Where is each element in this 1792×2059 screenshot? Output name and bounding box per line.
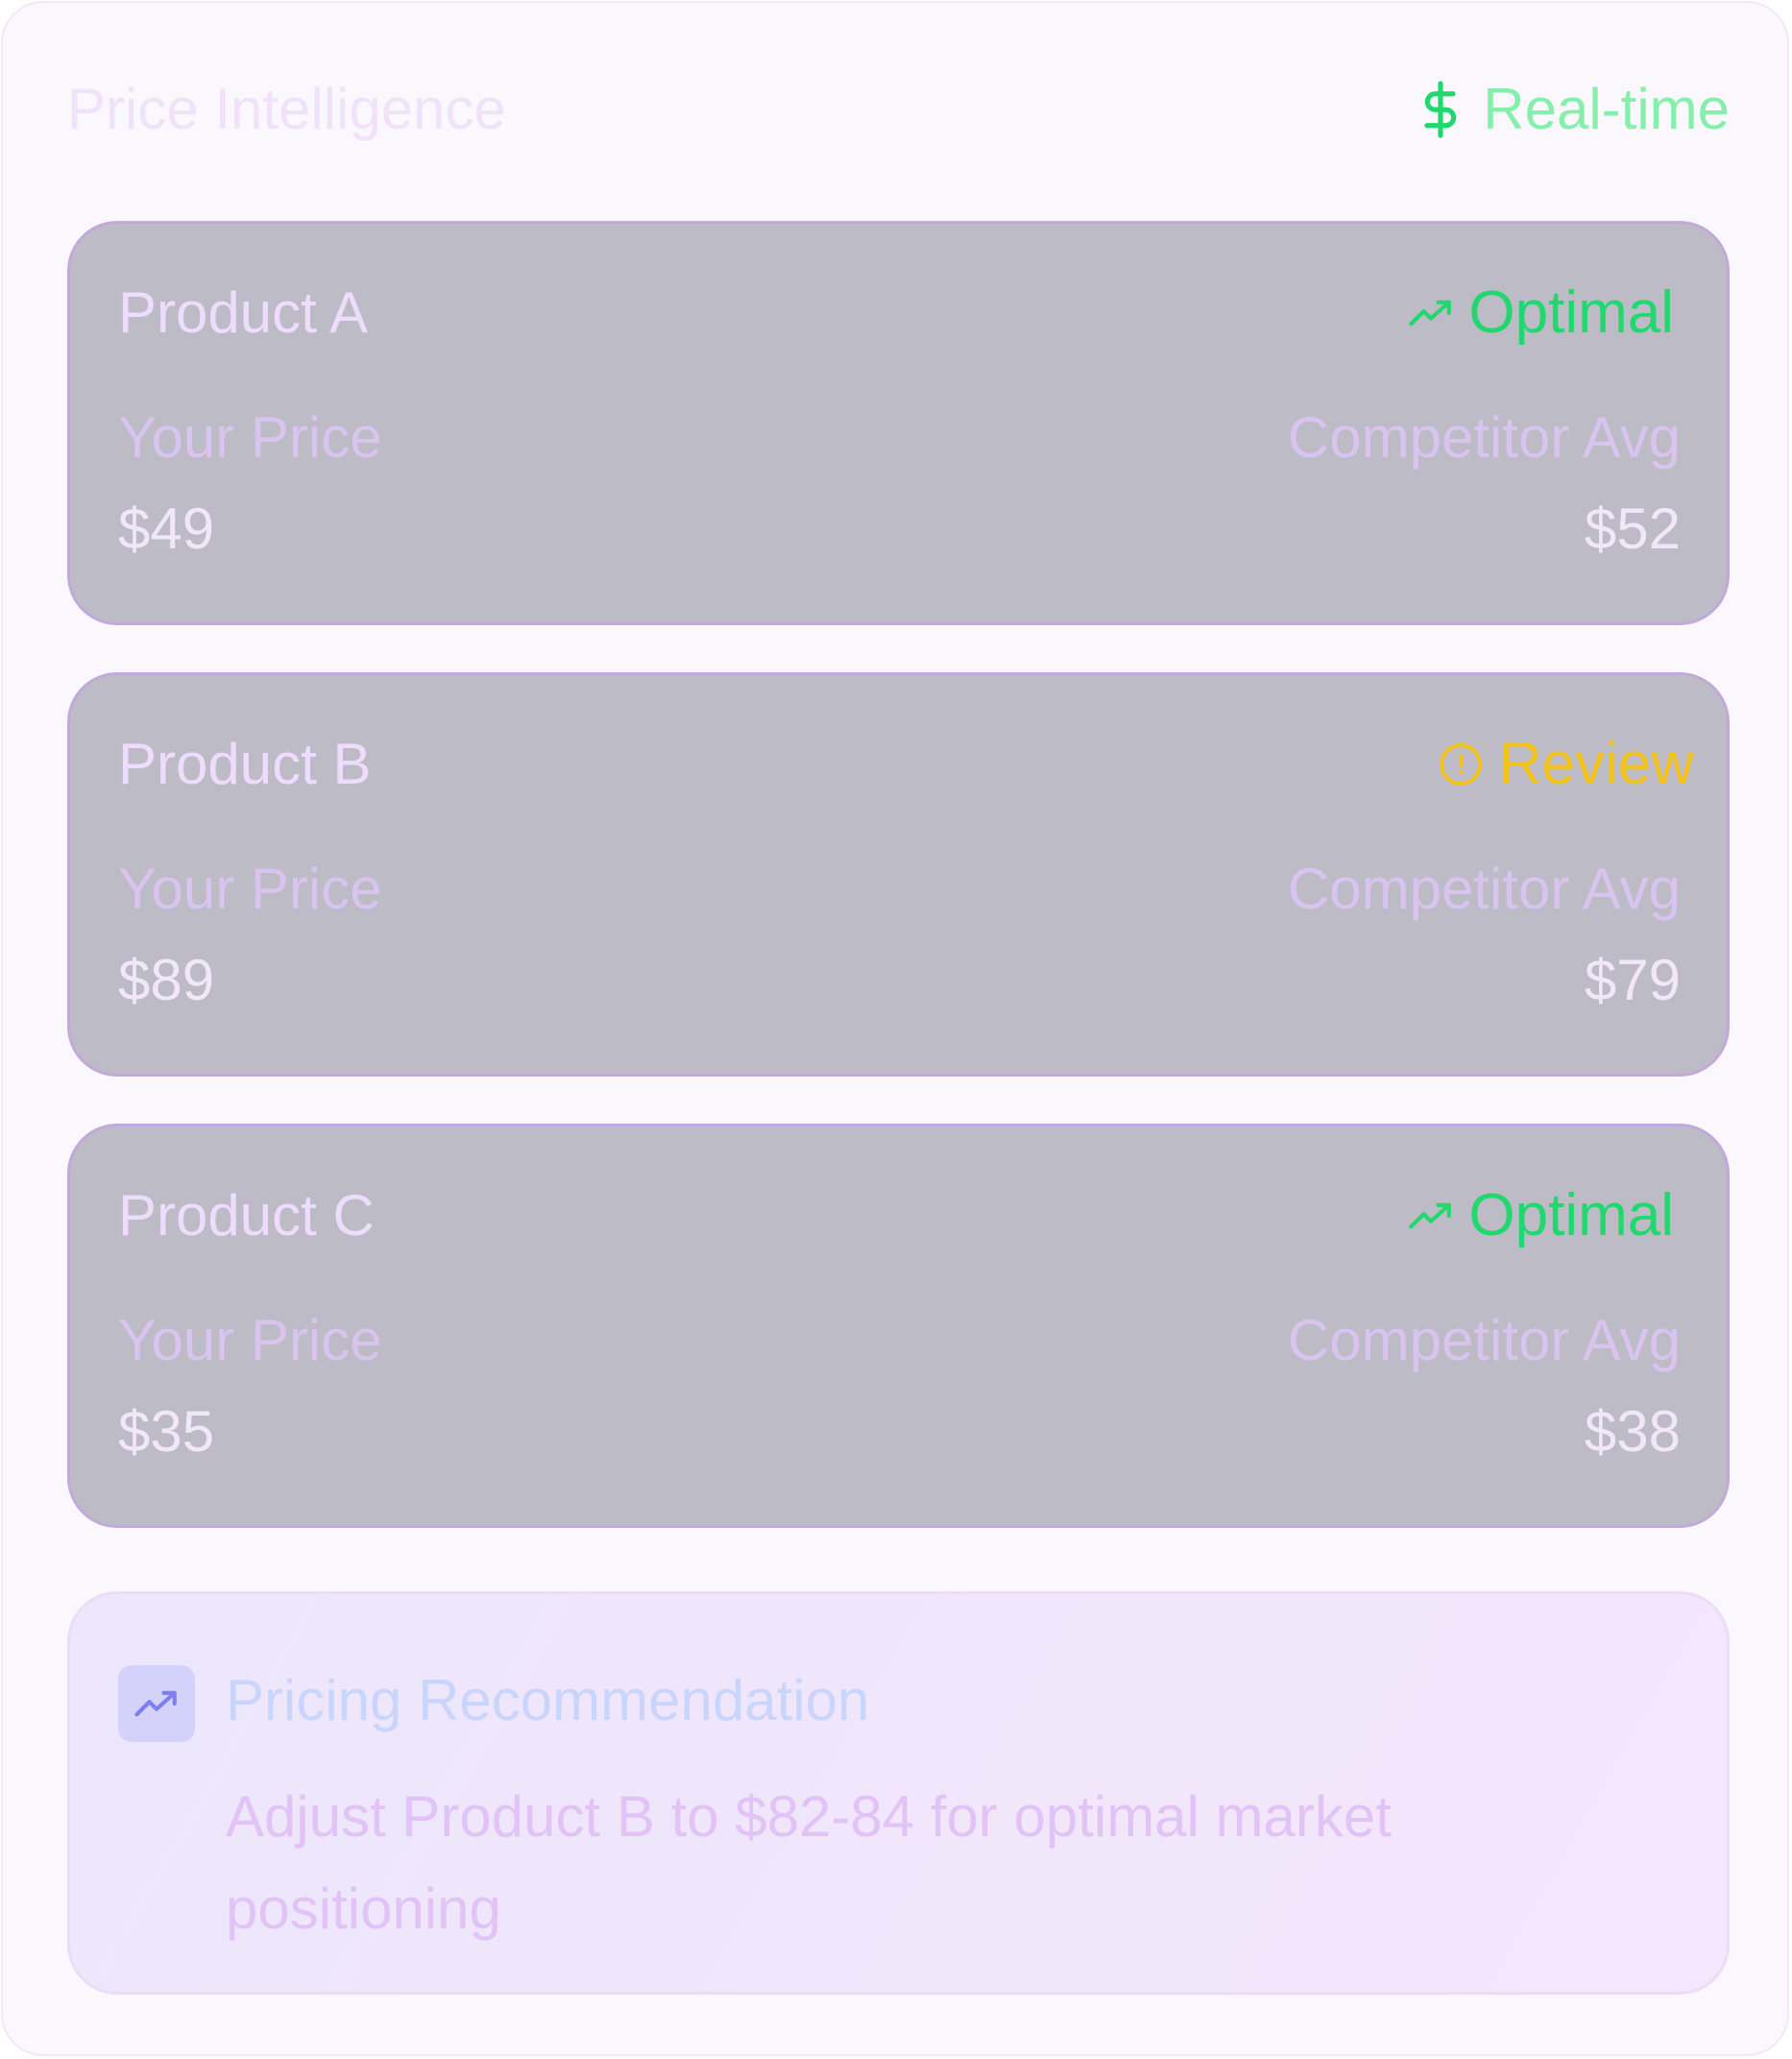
realtime-label: Real-time: [1483, 77, 1730, 141]
your-price-label: Your Price: [118, 1308, 382, 1372]
dollar-icon: [1424, 81, 1457, 138]
trending-up-icon: [134, 1690, 177, 1717]
status-badge: Review: [1438, 731, 1694, 798]
price-intelligence-panel: Price Intelligence Real-time Product A O…: [1, 1, 1789, 2056]
product-name: Product A: [118, 280, 369, 345]
product-card[interactable]: Product A Optimal Your Price Competitor …: [67, 221, 1730, 625]
product-name: Product C: [118, 1183, 375, 1248]
status-badge: Optimal: [1409, 279, 1674, 347]
status-label: Review: [1498, 731, 1694, 797]
your-price-label: Your Price: [118, 857, 382, 921]
your-price-value: $35: [118, 1399, 215, 1464]
trending-up-icon: [1409, 300, 1452, 327]
competitor-avg-label: Competitor Avg: [1287, 1308, 1681, 1372]
panel-title: Price Intelligence: [67, 77, 506, 141]
product-card[interactable]: Product C Optimal Your Price Competitor …: [67, 1124, 1730, 1528]
competitor-avg-label: Competitor Avg: [1287, 405, 1681, 470]
recommendation-text: Adjust Product B to $82-84 for optimal m…: [226, 1784, 1392, 1941]
status-label: Optimal: [1468, 1182, 1674, 1248]
trending-up-icon: [1409, 1202, 1452, 1229]
your-price-value: $89: [118, 948, 215, 1012]
competitor-avg-value: $52: [1584, 497, 1681, 561]
product-name: Product B: [118, 732, 372, 796]
status-badge: Optimal: [1409, 1182, 1674, 1249]
competitor-avg-value: $38: [1584, 1399, 1681, 1464]
your-price-label: Your Price: [118, 405, 382, 470]
pricing-recommendation: Pricing Recommendation Adjust Product B …: [67, 1591, 1730, 1995]
realtime-badge: Real-time: [1416, 76, 1730, 143]
competitor-avg-label: Competitor Avg: [1287, 857, 1681, 921]
status-label: Optimal: [1468, 279, 1674, 346]
competitor-avg-value: $79: [1584, 948, 1681, 1012]
alert-circle-icon: [1439, 743, 1482, 786]
recommendation-icon-box: [118, 1665, 195, 1742]
product-card[interactable]: Product B Review Your Price Competitor A…: [67, 672, 1730, 1077]
recommendation-title: Pricing Recommendation: [226, 1668, 870, 1732]
your-price-value: $49: [118, 497, 215, 561]
